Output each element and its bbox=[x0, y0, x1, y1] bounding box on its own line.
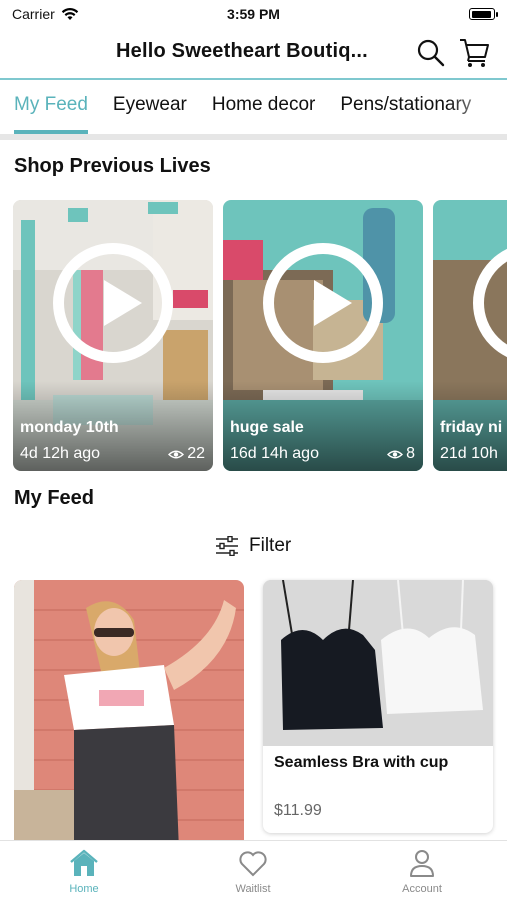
category-tabs: My Feed Eyewear Home decor Pens/stationa… bbox=[0, 82, 507, 134]
view-count: 8 bbox=[406, 445, 415, 462]
live-name: monday 10th bbox=[20, 419, 119, 436]
tab-label: My Feed bbox=[14, 94, 88, 115]
tab-home-decor[interactable]: Home decor bbox=[212, 82, 316, 134]
tab-eyewear[interactable]: Eyewear bbox=[113, 82, 187, 134]
home-icon bbox=[70, 849, 98, 876]
product-card[interactable] bbox=[14, 580, 244, 850]
tab-my-feed[interactable]: My Feed bbox=[14, 82, 88, 134]
status-bar: Carrier 3:59 PM bbox=[0, 0, 507, 28]
live-video-card[interactable]: huge sale 16d 14h ago 8 bbox=[223, 200, 423, 471]
view-count: 22 bbox=[187, 445, 205, 462]
eye-icon bbox=[168, 450, 185, 458]
play-icon[interactable] bbox=[263, 243, 383, 363]
battery-icon bbox=[469, 8, 498, 20]
status-left: Carrier bbox=[12, 6, 79, 22]
tab-label: Home decor bbox=[211, 94, 316, 115]
bottom-nav: Home Waitlist Account bbox=[0, 840, 507, 900]
app-header: Hello Sweetheart Boutiq... bbox=[0, 30, 507, 78]
nav-account[interactable]: Account bbox=[372, 847, 472, 895]
live-name: huge sale bbox=[230, 419, 304, 436]
wifi-icon bbox=[61, 7, 78, 20]
status-time: 3:59 PM bbox=[227, 6, 280, 22]
nav-label: Home bbox=[69, 883, 99, 895]
nav-waitlist[interactable]: Waitlist bbox=[203, 847, 303, 895]
my-feed-title: My Feed bbox=[14, 487, 95, 509]
product-image bbox=[14, 580, 244, 850]
live-name: friday ni bbox=[440, 419, 503, 436]
nav-home[interactable]: Home bbox=[34, 847, 134, 895]
search-icon[interactable] bbox=[416, 38, 446, 68]
live-views: 8 bbox=[387, 445, 415, 463]
live-time-ago: 16d 14h ago bbox=[230, 445, 319, 462]
filter-button[interactable]: Filter bbox=[215, 533, 291, 559]
header-divider bbox=[0, 78, 507, 80]
product-price: $11.99 bbox=[274, 802, 322, 819]
cart-icon[interactable] bbox=[458, 36, 490, 68]
product-image bbox=[263, 580, 493, 746]
nav-label: Waitlist bbox=[235, 883, 271, 895]
tab-label: Eyewear bbox=[112, 94, 187, 115]
product-name: Seamless Bra with cup bbox=[274, 754, 449, 771]
sliders-icon bbox=[216, 536, 238, 556]
eye-icon bbox=[387, 450, 404, 458]
carrier-label: Carrier bbox=[12, 6, 55, 22]
person-icon bbox=[410, 850, 434, 877]
live-video-card[interactable]: friday ni 21d 10h bbox=[433, 200, 507, 471]
filter-label: Filter bbox=[249, 535, 292, 556]
live-video-card[interactable]: monday 10th 4d 12h ago 22 bbox=[13, 200, 213, 471]
live-time-ago: 4d 12h ago bbox=[20, 445, 101, 462]
product-card[interactable]: Seamless Bra with cup $11.99 bbox=[263, 580, 493, 833]
previous-lives-title: Shop Previous Lives bbox=[14, 155, 211, 177]
live-views: 22 bbox=[168, 445, 205, 463]
play-icon[interactable] bbox=[53, 243, 173, 363]
live-time-ago: 21d 10h bbox=[440, 445, 498, 462]
store-title: Hello Sweetheart Boutiq... bbox=[116, 40, 368, 62]
tabs-fade bbox=[447, 82, 507, 134]
heart-icon bbox=[239, 851, 267, 877]
nav-label: Account bbox=[402, 883, 442, 895]
tabs-divider bbox=[0, 134, 507, 140]
